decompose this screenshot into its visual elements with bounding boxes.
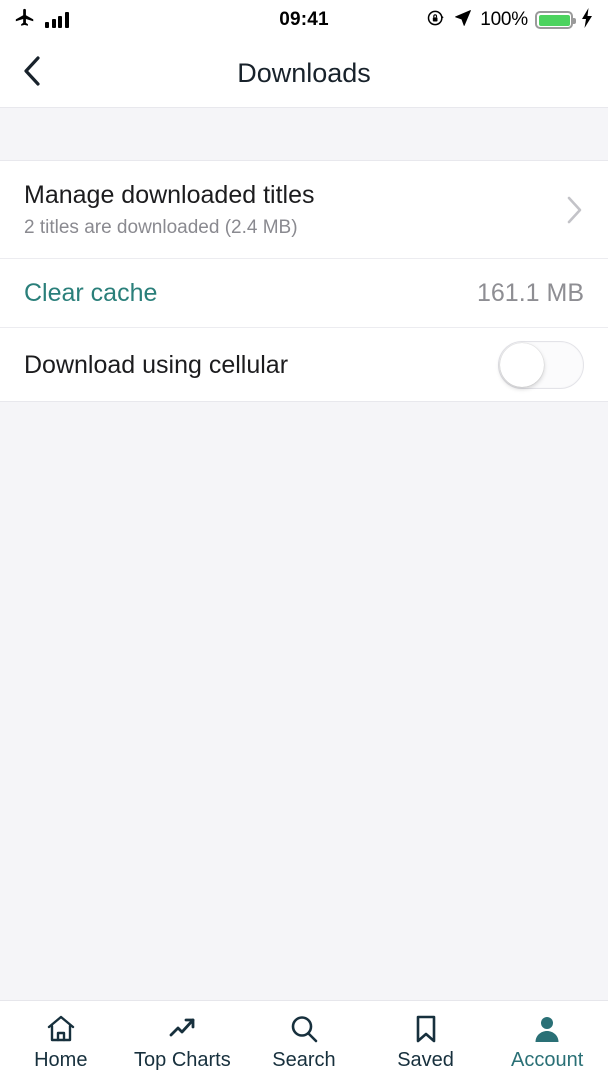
tab-home[interactable]: Home — [0, 1001, 122, 1080]
row-clear-cache-title: Clear cache — [24, 279, 158, 307]
row-manage-subtitle: 2 titles are downloaded (2.4 MB) — [24, 217, 298, 238]
tab-top-charts-label: Top Charts — [134, 1048, 231, 1071]
row-clear-cache-value: 161.1 MB — [476, 278, 584, 307]
row-manage-downloaded-titles[interactable]: Manage downloaded titles 2 titles are do… — [0, 161, 608, 258]
chevron-right-icon — [564, 194, 584, 226]
row-manage-text: Manage downloaded titles 2 titles are do… — [24, 180, 550, 239]
bookmark-icon — [410, 1012, 442, 1046]
tab-home-label: Home — [34, 1048, 88, 1071]
tab-top-charts[interactable]: Top Charts — [122, 1001, 244, 1080]
section-spacer — [0, 108, 608, 160]
battery-percent-label: 100% — [480, 9, 528, 30]
location-arrow-icon — [453, 8, 473, 33]
row-cellular-text: Download using cellular — [24, 350, 498, 380]
tab-account-label: Account — [511, 1048, 584, 1071]
settings-scroll-area: Manage downloaded titles 2 titles are do… — [0, 108, 608, 1000]
tab-search-label: Search — [272, 1048, 336, 1071]
signal-bars-icon — [45, 12, 69, 28]
row-download-using-cellular[interactable]: Download using cellular — [0, 327, 608, 401]
row-clear-cache-text: Clear cache — [24, 278, 465, 308]
search-icon — [288, 1012, 320, 1046]
home-icon — [45, 1012, 77, 1046]
airplane-mode-icon — [14, 7, 36, 34]
tab-account[interactable]: Account — [486, 1001, 608, 1080]
settings-card: Manage downloaded titles 2 titles are do… — [0, 160, 608, 402]
status-bar-left — [14, 7, 69, 34]
tab-saved[interactable]: Saved — [365, 1001, 487, 1080]
cellular-toggle-switch[interactable] — [498, 340, 584, 389]
row-clear-cache[interactable]: Clear cache 161.1 MB — [0, 258, 608, 327]
bottom-tab-bar: Home Top Charts Search Saved Account — [0, 1000, 608, 1080]
empty-area — [0, 402, 608, 1000]
tab-search[interactable]: Search — [243, 1001, 365, 1080]
rotation-lock-icon — [426, 8, 446, 33]
status-bar: 09:41 100% — [0, 0, 608, 40]
row-cellular-title: Download using cellular — [24, 350, 289, 379]
status-bar-right: 100% — [426, 7, 594, 33]
battery-full-icon — [535, 11, 576, 29]
person-icon — [531, 1012, 563, 1046]
row-manage-title: Manage downloaded titles — [24, 181, 315, 209]
page-title: Downloads — [237, 58, 371, 88]
back-button[interactable] — [0, 40, 64, 107]
toggle-knob — [500, 342, 544, 387]
navigation-header: Downloads — [0, 40, 608, 108]
tab-saved-label: Saved — [397, 1048, 454, 1071]
chevron-left-icon — [19, 54, 45, 93]
trending-up-icon — [166, 1012, 198, 1046]
lightning-bolt-icon — [580, 7, 594, 33]
